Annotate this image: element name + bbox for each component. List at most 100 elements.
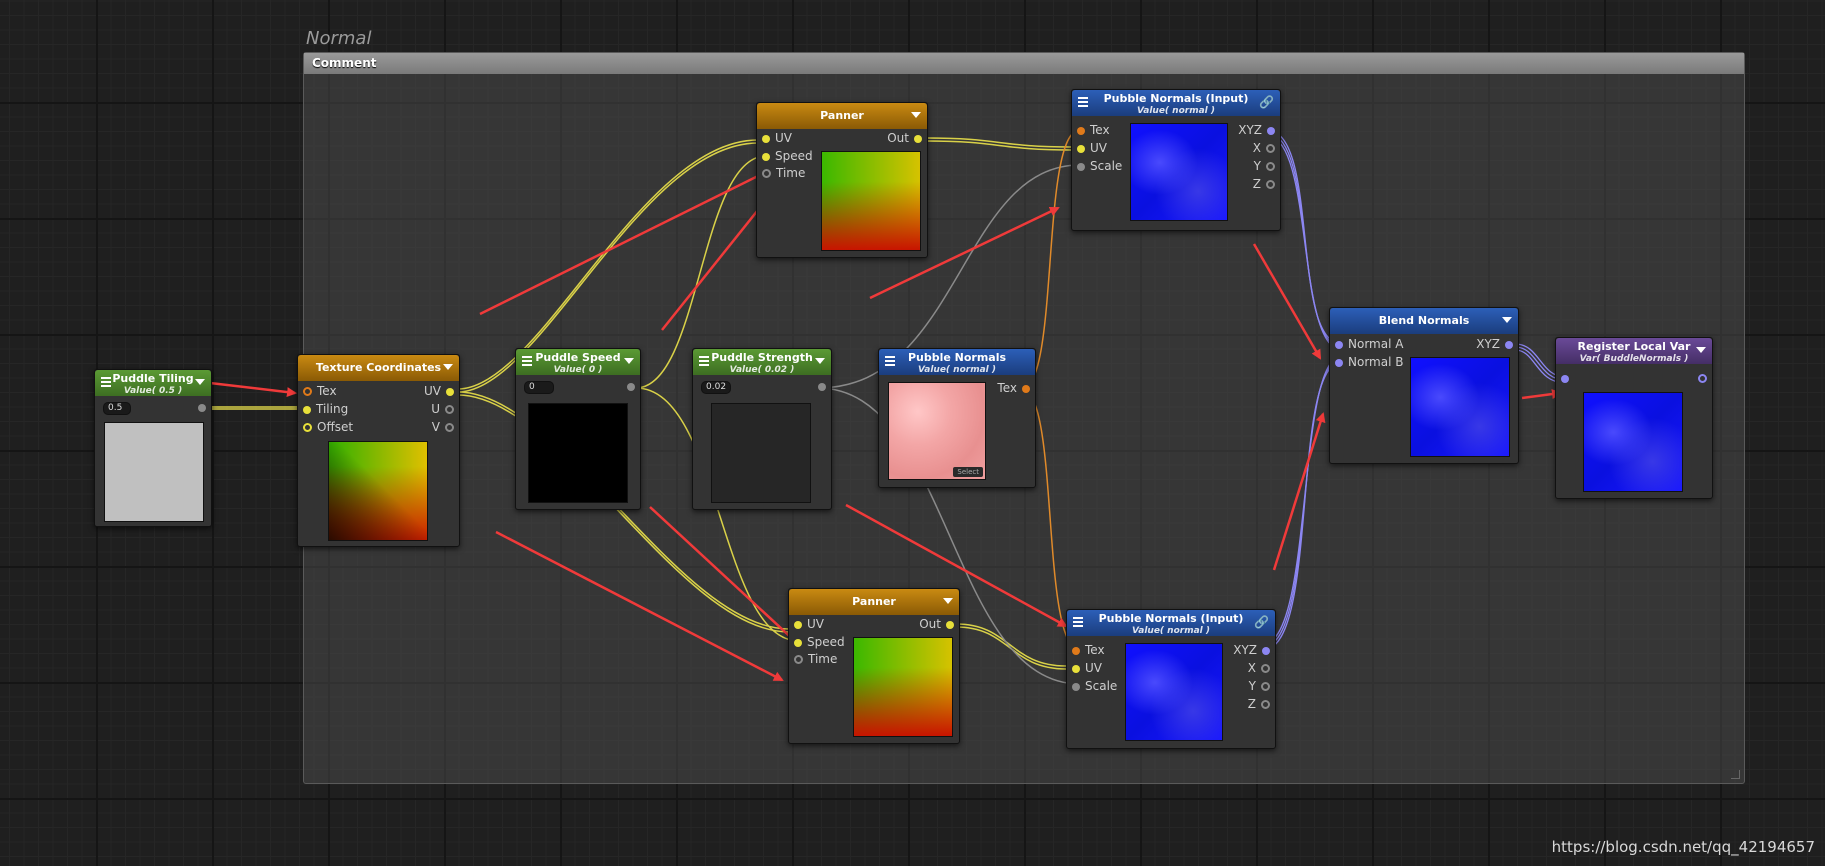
port-dot[interactable] xyxy=(1262,646,1270,655)
output-port[interactable] xyxy=(622,379,640,393)
port-dot[interactable] xyxy=(1072,682,1080,691)
node-pubble-normals-input-bottom[interactable]: Pubble Normals (Input) Value( normal ) 🔗… xyxy=(1066,609,1276,749)
node-pubble-normals[interactable]: Pubble Normals Value( normal ) Tex Selec… xyxy=(878,348,1036,488)
output-port-xyz[interactable]: XYZ xyxy=(1233,643,1275,657)
port-dot[interactable] xyxy=(1266,162,1275,171)
node-puddle-speed[interactable]: Puddle Speed Value( 0 ) 0 xyxy=(515,348,641,510)
port-dot[interactable] xyxy=(198,403,206,412)
input-port-time[interactable]: Time xyxy=(789,652,837,666)
port-dot[interactable] xyxy=(762,152,770,161)
chevron-down-icon[interactable] xyxy=(943,598,953,604)
output-port-xyz[interactable]: XYZ xyxy=(1476,337,1518,351)
node-header[interactable]: Pubble Normals (Input) Value( normal ) 🔗 xyxy=(1072,90,1280,116)
node-header[interactable]: Panner xyxy=(789,589,959,615)
input-port-uv[interactable]: UV xyxy=(1067,661,1102,675)
port-dot[interactable] xyxy=(1335,340,1343,349)
input-port-tex[interactable]: Tex xyxy=(1067,643,1105,657)
port-dot[interactable] xyxy=(1261,664,1270,673)
chevron-down-icon[interactable] xyxy=(815,358,825,364)
input-port-normal-a[interactable]: Normal A xyxy=(1330,337,1403,351)
node-header[interactable]: Register Local Var Var( BuddleNormals ) xyxy=(1556,338,1712,364)
value-field[interactable]: 0.5 xyxy=(103,402,131,415)
port-dot[interactable] xyxy=(762,169,771,178)
node-puddle-strength[interactable]: Puddle Strength Value( 0.02 ) 0.02 xyxy=(692,348,832,510)
link-icon[interactable]: 🔗 xyxy=(1259,96,1274,109)
output-port-xyz[interactable]: XYZ xyxy=(1238,123,1280,137)
port-dot[interactable] xyxy=(1261,700,1270,709)
port-dot[interactable] xyxy=(303,423,312,432)
node-panner-bottom[interactable]: Panner UV Speed Time Out xyxy=(788,588,960,744)
output-port-x[interactable]: X xyxy=(1253,141,1280,155)
node-editor-canvas[interactable]: Normal Comment Puddle Tiling Value(0.5 … xyxy=(0,0,1825,866)
output-port-out[interactable]: Out xyxy=(887,131,927,145)
port-dot[interactable] xyxy=(1261,682,1270,691)
select-button[interactable]: Select xyxy=(953,467,983,477)
chevron-down-icon[interactable] xyxy=(1696,347,1706,353)
input-port-uv[interactable]: UV xyxy=(789,617,824,631)
texture-preview[interactable]: Select xyxy=(888,382,986,480)
value-field[interactable]: 0.02 xyxy=(701,381,731,394)
input-port-scale[interactable]: Scale xyxy=(1072,159,1122,173)
port-dot[interactable] xyxy=(445,423,454,432)
output-port-tex[interactable]: Tex xyxy=(997,381,1035,395)
port-dot[interactable] xyxy=(914,134,922,143)
node-header[interactable]: Texture Coordinates xyxy=(298,355,459,381)
output-port-uv[interactable]: UV xyxy=(424,384,459,398)
output-port-y[interactable]: Y xyxy=(1254,159,1280,173)
port-dot[interactable] xyxy=(445,405,454,414)
input-port-tex[interactable]: Tex xyxy=(1072,123,1110,137)
output-port[interactable] xyxy=(193,400,211,414)
output-port[interactable] xyxy=(813,379,831,393)
port-dot[interactable] xyxy=(446,387,454,396)
port-dot[interactable] xyxy=(946,620,954,629)
node-puddle-tiling[interactable]: Puddle Tiling Value( 0.5 ) 0.5 xyxy=(94,369,212,527)
input-port-scale[interactable]: Scale xyxy=(1067,679,1117,693)
port-dot[interactable] xyxy=(1266,144,1275,153)
node-header[interactable]: Puddle Tiling Value( 0.5 ) xyxy=(95,370,211,396)
resize-handle[interactable] xyxy=(1731,770,1740,779)
port-dot[interactable] xyxy=(1072,664,1080,673)
port-dot[interactable] xyxy=(794,655,803,664)
input-port[interactable] xyxy=(1556,371,1574,385)
port-dot[interactable] xyxy=(627,382,635,391)
node-register-local-var[interactable]: Register Local Var Var( BuddleNormals ) xyxy=(1555,337,1713,499)
comment-header[interactable]: Comment xyxy=(304,53,1744,74)
input-port-tiling[interactable]: Tiling xyxy=(298,402,348,416)
output-port-out[interactable]: Out xyxy=(919,617,959,631)
output-port[interactable] xyxy=(1693,371,1712,385)
output-port-u[interactable]: U xyxy=(431,402,459,416)
chevron-down-icon[interactable] xyxy=(443,364,453,370)
node-blend-normals[interactable]: Blend Normals Normal A Normal B XYZ xyxy=(1329,307,1519,464)
port-dot[interactable] xyxy=(1077,162,1085,171)
node-header[interactable]: Pubble Normals (Input) Value( normal ) 🔗 xyxy=(1067,610,1275,636)
port-dot[interactable] xyxy=(1077,126,1085,135)
input-port-uv[interactable]: UV xyxy=(757,131,792,145)
chevron-down-icon[interactable] xyxy=(624,358,634,364)
input-port-offset[interactable]: Offset xyxy=(298,420,353,434)
node-pubble-normals-input-top[interactable]: Pubble Normals (Input) Value( normal ) 🔗… xyxy=(1071,89,1281,231)
input-port-uv[interactable]: UV xyxy=(1072,141,1107,155)
chevron-down-icon[interactable] xyxy=(911,112,921,118)
output-port-z[interactable]: Z xyxy=(1248,697,1275,711)
port-dot[interactable] xyxy=(818,382,826,391)
port-dot[interactable] xyxy=(1077,144,1085,153)
node-header[interactable]: Panner xyxy=(757,103,927,129)
node-header[interactable]: Blend Normals xyxy=(1330,308,1518,334)
node-header[interactable]: Puddle Strength Value( 0.02 ) xyxy=(693,349,831,375)
port-dot[interactable] xyxy=(1698,374,1707,383)
link-icon[interactable]: 🔗 xyxy=(1254,616,1269,629)
port-dot[interactable] xyxy=(1267,126,1275,135)
node-header[interactable]: Pubble Normals Value( normal ) xyxy=(879,349,1035,375)
input-port-time[interactable]: Time xyxy=(757,166,805,180)
output-port-v[interactable]: V xyxy=(432,420,459,434)
port-dot[interactable] xyxy=(1335,358,1343,367)
port-dot[interactable] xyxy=(303,387,312,396)
port-dot[interactable] xyxy=(1072,646,1080,655)
port-dot[interactable] xyxy=(303,405,311,414)
output-port-z[interactable]: Z xyxy=(1253,177,1280,191)
node-header[interactable]: Puddle Speed Value( 0 ) xyxy=(516,349,640,375)
output-port-x[interactable]: X xyxy=(1248,661,1275,675)
input-port-normal-b[interactable]: Normal B xyxy=(1330,355,1403,369)
port-dot[interactable] xyxy=(1505,340,1513,349)
port-dot[interactable] xyxy=(1022,384,1030,393)
